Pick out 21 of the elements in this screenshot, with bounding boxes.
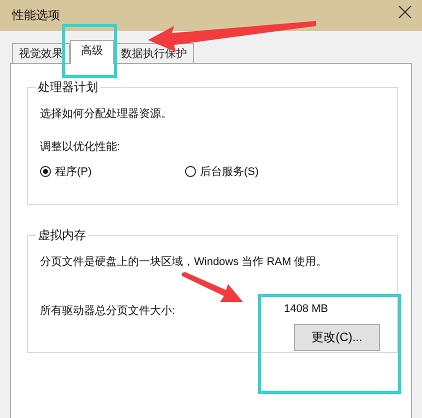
prompt-text: 调整以优化性能:: [40, 140, 122, 154]
radio-label: 程序(P): [55, 164, 92, 179]
radio-option[interactable]: 程序(P): [40, 164, 185, 179]
group-title: 虚拟内存: [37, 227, 87, 244]
description-text: 选择如何分配处理器资源。: [40, 107, 173, 121]
change-button[interactable]: 更改(C)...: [294, 324, 380, 351]
size-value: 1408 MB: [284, 303, 328, 317]
radio-label: 后台服务(S): [200, 165, 259, 179]
tab[interactable]: 高级: [70, 40, 114, 64]
window-title: 性能选项: [12, 7, 60, 24]
group-title: 处理器计划: [37, 79, 99, 96]
tab[interactable]: 数据执行保护: [114, 43, 194, 63]
tab[interactable]: 视觉效果: [12, 43, 70, 63]
radio-button[interactable]: [40, 166, 51, 177]
close-icon[interactable]: [398, 4, 412, 18]
description-text: 分页文件是硬盘上的一块区域，Windows 当作 RAM 使用。: [40, 254, 328, 269]
annotation-arrow: [182, 272, 244, 304]
size-label: 所有驱动器总分页文件大小:: [40, 304, 176, 318]
radio-button[interactable]: [185, 166, 196, 177]
radio-option[interactable]: 后台服务(S): [185, 164, 330, 179]
highlight-frame: [62, 24, 117, 78]
